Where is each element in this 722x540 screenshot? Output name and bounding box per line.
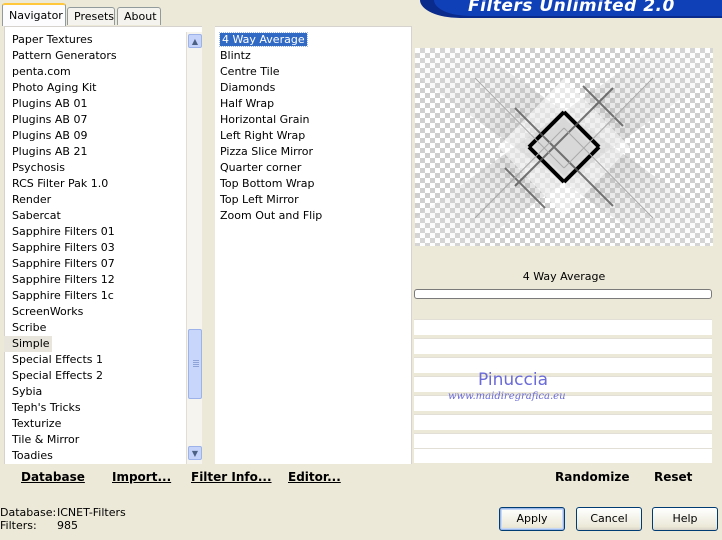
category-item[interactable]: Scribe [4, 320, 186, 336]
filter-item[interactable]: Blintz [216, 48, 408, 64]
category-item[interactable]: Teph's Tricks [4, 400, 186, 416]
parameter-row [414, 338, 712, 354]
category-item[interactable]: Sapphire Filters 12 [4, 272, 186, 288]
category-item[interactable]: ScreenWorks [4, 304, 186, 320]
filter-item[interactable]: Left Right Wrap [216, 128, 408, 144]
filter-item-label: Zoom Out and Flip [220, 209, 323, 222]
status-area: Database:ICNET-Filters Filters: 985 [0, 506, 126, 532]
parameter-area [414, 303, 714, 463]
database-status-label: Database: [0, 506, 57, 519]
help-button[interactable]: Help [652, 507, 718, 531]
category-item[interactable]: Sapphire Filters 1c [4, 288, 186, 304]
category-item[interactable]: Plugins AB 01 [4, 96, 186, 112]
parameter-row [414, 448, 712, 463]
current-filter-name: 4 Way Average [414, 266, 714, 288]
filter-item[interactable]: Pizza Slice Mirror [216, 144, 408, 160]
database-status-value: ICNET-Filters [57, 506, 126, 519]
category-item[interactable]: Render [4, 192, 186, 208]
watermark-url: www.maidiregrafica.eu [448, 391, 566, 402]
progress-bar [414, 289, 712, 299]
filter-item[interactable]: Diamonds [216, 80, 408, 96]
parameter-row [414, 319, 712, 335]
scroll-thumb[interactable] [188, 329, 202, 399]
filter-item-label: Horizontal Grain [220, 113, 310, 126]
filters-count-value: 985 [57, 519, 78, 532]
randomize-link[interactable]: Randomize [555, 470, 629, 484]
cancel-button[interactable]: Cancel [576, 507, 642, 531]
action-link-bar: Database Import... Filter Info... Editor… [4, 464, 718, 492]
filter-item-label: Blintz [220, 49, 251, 62]
filter-item-label: Pizza Slice Mirror [220, 145, 314, 158]
editor-link[interactable]: Editor... [288, 470, 341, 484]
app-banner: Filters Unlimited 2.0 [420, 0, 722, 18]
category-item[interactable]: Sabercat [4, 208, 186, 224]
filter-item[interactable]: Centre Tile [216, 64, 408, 80]
category-list[interactable]: Paper Textures Pattern Generators penta.co… [4, 32, 186, 464]
filter-item-label: Half Wrap [220, 97, 275, 110]
filter-item[interactable]: Quarter corner [216, 160, 408, 176]
category-item[interactable]: Plugins AB 09 [4, 128, 186, 144]
category-item[interactable]: Sapphire Filters 07 [4, 256, 186, 272]
category-item[interactable]: RCS Filter Pak 1.0 [4, 176, 186, 192]
filter-item-label: 4 Way Average [219, 32, 308, 47]
category-scrollbar[interactable]: ▲ ▼ [186, 32, 203, 464]
category-item[interactable]: Texturize [4, 416, 186, 432]
filter-preview [415, 48, 713, 246]
filter-item-label: Top Bottom Wrap [220, 177, 315, 190]
filter-item-label: Diamonds [220, 81, 276, 94]
tab-navigator[interactable]: Navigator [2, 3, 66, 26]
tab-presets[interactable]: Presets [67, 7, 115, 25]
parameter-row [414, 414, 712, 430]
category-item[interactable]: Sapphire Filters 01 [4, 224, 186, 240]
parameter-row [414, 433, 712, 449]
preview-image [415, 48, 713, 246]
filter-info-link[interactable]: Filter Info... [191, 470, 272, 484]
category-item[interactable]: Sybia [4, 384, 186, 400]
filter-list[interactable]: 4 Way Average Blintz Centre Tile Diamonds Ha… [216, 32, 408, 464]
filter-item[interactable]: 4 Way Average [216, 32, 408, 48]
app-title: Filters Unlimited 2.0 [468, 0, 675, 16]
category-item[interactable]: Sapphire Filters 03 [4, 240, 186, 256]
scroll-down-icon[interactable]: ▼ [188, 446, 202, 460]
filter-item-label: Top Left Mirror [220, 193, 299, 206]
category-item[interactable]: Paper Textures [4, 32, 186, 48]
filter-item-label: Left Right Wrap [220, 129, 306, 142]
filter-item[interactable]: Top Left Mirror [216, 192, 408, 208]
filter-item-label: Quarter corner [220, 161, 302, 174]
category-item[interactable]: Tile & Mirror [4, 432, 186, 448]
filter-item[interactable]: Zoom Out and Flip [216, 208, 408, 224]
filter-item-label: Centre Tile [220, 65, 280, 78]
category-item[interactable]: Photo Aging Kit [4, 80, 186, 96]
filter-item[interactable]: Top Bottom Wrap [216, 176, 408, 192]
watermark-name: Pinuccia [478, 370, 548, 390]
parameter-row [414, 376, 712, 392]
category-item[interactable]: Toadies [4, 448, 186, 464]
category-item[interactable]: Simple [4, 336, 52, 352]
apply-button[interactable]: Apply [499, 507, 565, 531]
category-item[interactable]: Plugins AB 07 [4, 112, 186, 128]
tab-about[interactable]: About [117, 7, 161, 25]
import-link[interactable]: Import... [112, 470, 171, 484]
filter-item[interactable]: Half Wrap [216, 96, 408, 112]
scroll-up-icon[interactable]: ▲ [188, 34, 202, 48]
database-link[interactable]: Database [21, 470, 85, 484]
category-item[interactable]: penta.com [4, 64, 186, 80]
reset-link[interactable]: Reset [654, 470, 692, 484]
parameter-row [414, 357, 712, 373]
filters-count-label: Filters: [0, 519, 37, 532]
tab-strip: Navigator Presets About [0, 0, 400, 26]
category-item[interactable]: Psychosis [4, 160, 186, 176]
filter-item[interactable]: Horizontal Grain [216, 112, 408, 128]
category-item[interactable]: Pattern Generators [4, 48, 186, 64]
category-item[interactable]: Special Effects 2 [4, 368, 186, 384]
list-separator [202, 26, 215, 464]
category-item[interactable]: Plugins AB 21 [4, 144, 186, 160]
category-item[interactable]: Special Effects 1 [4, 352, 186, 368]
